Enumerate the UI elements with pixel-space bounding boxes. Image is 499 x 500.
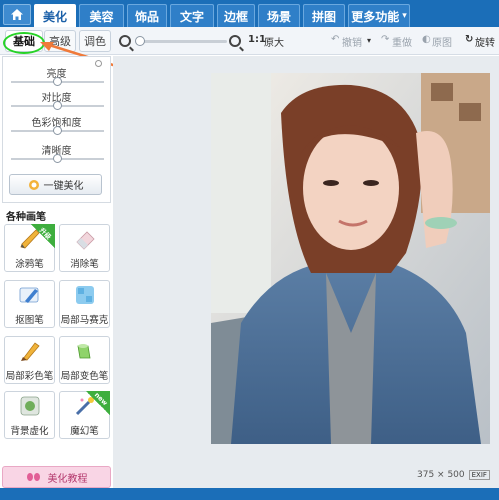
- sharpness-slider[interactable]: [11, 154, 104, 163]
- status-bar: 375 × 500 EXIF: [417, 470, 490, 480]
- magic-wand-icon: [28, 179, 39, 190]
- top-menu-bar: 美化 美容 饰品 文字 边框 场景 拼图 更多功能 ▾: [0, 0, 499, 27]
- brush-label: 局部彩色笔: [5, 371, 54, 382]
- tab-beauty[interactable]: 美容: [79, 4, 124, 27]
- saturation-slider[interactable]: [11, 126, 104, 135]
- portrait-photo: [211, 73, 490, 444]
- eraser-icon: [76, 231, 95, 250]
- tab-label: 文字: [179, 9, 204, 24]
- recolor-brush-button[interactable]: 局部变色笔: [59, 336, 110, 384]
- brush-label: 抠图笔: [15, 315, 44, 326]
- upgrade-badge: 升级: [31, 224, 55, 248]
- mosaic-brush-button[interactable]: 局部马赛克: [59, 280, 110, 328]
- brush-label: 背景虚化: [10, 426, 49, 437]
- tab-scene[interactable]: 场景: [258, 4, 300, 27]
- home-icon: [11, 9, 23, 20]
- original-image-icon[interactable]: ◐: [422, 34, 431, 45]
- zoom-slider-thumb[interactable]: [135, 36, 145, 46]
- brush-label: 局部马赛克: [60, 315, 109, 326]
- home-button[interactable]: [3, 4, 31, 25]
- tab-more-features[interactable]: 更多功能 ▾: [348, 4, 410, 27]
- tutorial-label: 美化教程: [47, 473, 88, 485]
- bottom-bar: [0, 488, 499, 500]
- brush-label: 消除笔: [70, 259, 99, 270]
- magic-brush-button[interactable]: new 魔幻笔: [59, 391, 110, 439]
- exif-button[interactable]: EXIF: [468, 470, 490, 480]
- chevron-down-icon: ▾: [402, 11, 407, 21]
- brushes-title: 各种画笔: [6, 212, 46, 223]
- tab-label: 边框: [223, 9, 248, 24]
- doodle-brush-button[interactable]: 升级 涂鸦笔: [4, 224, 55, 272]
- tab-label: 拼图: [311, 9, 336, 24]
- slider-thumb[interactable]: [53, 126, 62, 135]
- new-badge: new: [86, 391, 110, 415]
- blur-background-icon: [20, 396, 40, 416]
- tab-label: 场景: [266, 9, 291, 24]
- tab-beautify[interactable]: 美化: [34, 4, 76, 27]
- canvas-area: 375 × 500 EXIF: [113, 56, 499, 488]
- paint-bucket-icon: [77, 344, 91, 359]
- undo-button[interactable]: 撤销: [342, 34, 362, 49]
- tab-label: 饰品: [134, 9, 159, 24]
- zoom-in-icon[interactable]: [229, 35, 241, 47]
- redo-icon[interactable]: ↷: [381, 34, 389, 45]
- brush-label: 涂鸦笔: [15, 259, 44, 270]
- undo-dropdown-icon[interactable]: ▾: [367, 36, 371, 45]
- cutout-pen-icon: [19, 287, 39, 303]
- tab-label: 美容: [89, 9, 114, 24]
- photo-canvas[interactable]: [211, 73, 490, 444]
- one-key-beautify-label: 一键美化: [43, 181, 84, 192]
- rotate-button[interactable]: 旋转: [475, 34, 495, 49]
- color-brush-icon: [21, 342, 40, 361]
- original-image-button[interactable]: 原图: [432, 34, 452, 49]
- image-dimensions: 375 × 500: [417, 470, 465, 480]
- tab-text[interactable]: 文字: [170, 4, 214, 27]
- tab-label: 更多功能: [351, 9, 400, 24]
- brush-label: 局部变色笔: [60, 371, 109, 382]
- contrast-slider[interactable]: [11, 101, 104, 110]
- tab-accessories[interactable]: 饰品: [127, 4, 167, 27]
- undo-icon[interactable]: ↶: [331, 34, 339, 45]
- one-key-beautify-button[interactable]: 一键美化: [9, 174, 102, 195]
- cutout-brush-button[interactable]: 抠图笔: [4, 280, 55, 328]
- tab-label: 美化: [42, 9, 67, 24]
- beautify-tutorial-button[interactable]: 美化教程: [2, 466, 111, 488]
- tab-collage[interactable]: 拼图: [303, 4, 345, 27]
- eraser-brush-button[interactable]: 消除笔: [59, 224, 110, 272]
- slider-thumb[interactable]: [53, 101, 62, 110]
- slider-thumb[interactable]: [53, 77, 62, 86]
- color-brush-button[interactable]: 局部彩色笔: [4, 336, 55, 384]
- slider-thumb[interactable]: [53, 154, 62, 163]
- brush-label: 魔幻笔: [70, 426, 99, 437]
- blur-background-button[interactable]: 背景虚化: [4, 391, 55, 439]
- brightness-slider[interactable]: [11, 77, 104, 86]
- redo-button[interactable]: 重做: [392, 34, 412, 49]
- tab-frame[interactable]: 边框: [217, 4, 255, 27]
- mosaic-icon: [76, 286, 94, 304]
- footprints-icon: [26, 473, 40, 481]
- zoom-slider[interactable]: [135, 36, 227, 46]
- rotate-icon[interactable]: ↻: [465, 34, 473, 45]
- original-size-button[interactable]: 原大: [264, 34, 284, 49]
